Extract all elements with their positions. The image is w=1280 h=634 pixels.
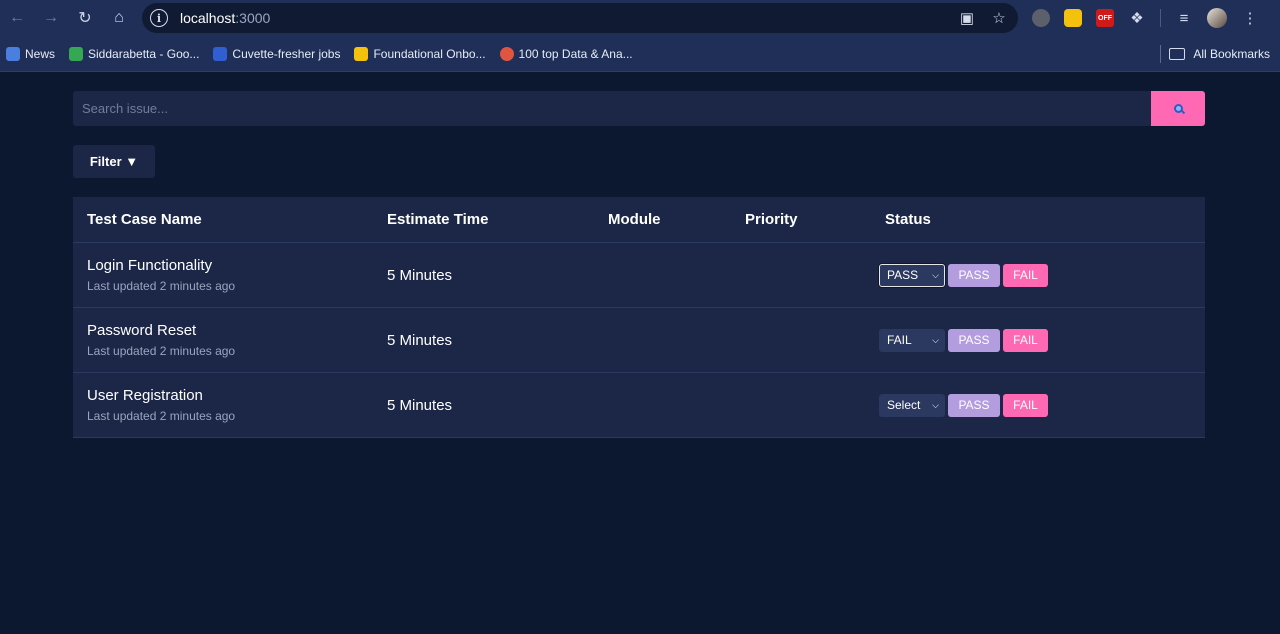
media-queue-icon[interactable]: ≡	[1175, 9, 1193, 27]
toolbar-divider	[1160, 9, 1161, 27]
bookmark-label: Siddarabetta - Goo...	[88, 46, 200, 61]
extensions-puzzle-icon[interactable]: ❖	[1128, 9, 1146, 27]
status-select[interactable]: PASS ⌵	[879, 263, 945, 287]
test-case-name: Password Reset	[87, 322, 197, 339]
site-info-icon[interactable]: i	[150, 9, 168, 27]
search-bar	[73, 91, 1205, 126]
bookmarks-bar: News Siddarabetta - Goo... Cuvette-fresh…	[0, 36, 1280, 72]
fail-button[interactable]: FAIL	[1003, 263, 1048, 287]
test-case-name: User Registration	[87, 387, 203, 404]
chevron-down-icon: ⌵	[932, 399, 939, 410]
pass-button[interactable]: PASS	[948, 263, 1000, 287]
url-port: :3000	[235, 10, 271, 26]
back-arrow-icon[interactable]: ←	[0, 0, 34, 36]
status-cell: Select ⌵ PASS FAIL	[869, 393, 1205, 417]
bookmark-siddarabetta[interactable]: Siddarabetta - Goo...	[69, 46, 200, 61]
bookmark-label: News	[25, 46, 56, 61]
extension-off-icon[interactable]: OFF	[1096, 9, 1114, 27]
bookmark-label: Cuvette-fresher jobs	[232, 46, 341, 61]
filter-button[interactable]: Filter ▼	[73, 145, 155, 178]
reload-icon[interactable]: ↻	[68, 0, 102, 36]
bookmark-label: 100 top Data & Ana...	[518, 46, 633, 61]
status-select-value: FAIL	[887, 333, 912, 347]
bookmark-star-icon[interactable]: ☆	[990, 9, 1008, 27]
status-select[interactable]: FAIL ⌵	[879, 328, 945, 352]
header-module: Module	[608, 211, 661, 228]
drive-icon	[69, 46, 84, 61]
table-header: Test Case Name Estimate Time Module Prio…	[73, 197, 1205, 243]
bookmark-cuvette[interactable]: Cuvette-fresher jobs	[213, 46, 341, 61]
bookmark-label: Foundational Onbo...	[373, 46, 486, 61]
pass-button[interactable]: PASS	[948, 328, 1000, 352]
chevron-down-icon: ⌵	[932, 334, 939, 345]
estimate-time: 5 Minutes	[387, 396, 453, 414]
status-select-value: PASS	[887, 268, 919, 282]
app-main: Filter ▼ Test Case Name Estimate Time Mo…	[73, 91, 1205, 438]
extension-yellow-icon[interactable]	[1064, 9, 1082, 27]
header-status: Status	[885, 211, 931, 228]
address-url[interactable]: localhost:3000	[180, 10, 270, 26]
search-button[interactable]	[1151, 91, 1205, 126]
all-bookmarks[interactable]: All Bookmarks	[1169, 36, 1270, 72]
all-bookmarks-label: All Bookmarks	[1193, 47, 1270, 61]
search-icon	[1173, 104, 1183, 113]
bookmark-foundational[interactable]: Foundational Onbo...	[354, 46, 486, 61]
folder-icon	[1169, 48, 1186, 60]
table-row: User Registration Last updated 2 minutes…	[73, 373, 1205, 438]
last-updated: Last updated 2 minutes ago	[87, 344, 236, 358]
extension-grey-icon[interactable]	[1032, 9, 1050, 27]
last-updated: Last updated 2 minutes ago	[87, 279, 236, 293]
home-icon[interactable]: ⌂	[102, 0, 136, 36]
estimate-time: 5 Minutes	[387, 266, 453, 284]
last-updated: Last updated 2 minutes ago	[87, 409, 236, 423]
test-case-name: Login Functionality	[87, 257, 213, 274]
cuvette-icon	[213, 46, 228, 61]
pass-button[interactable]: PASS	[948, 393, 1000, 417]
status-cell: PASS ⌵ PASS FAIL	[869, 263, 1205, 287]
chevron-down-icon: ⌵	[932, 269, 939, 280]
bookmarks-divider	[1160, 45, 1161, 63]
data-site-icon	[499, 46, 514, 61]
profile-avatar[interactable]	[1207, 8, 1227, 28]
table-row: Password Reset Last updated 2 minutes ag…	[73, 308, 1205, 373]
forward-arrow-icon[interactable]: →	[34, 0, 68, 36]
menu-kebab-icon[interactable]: ⋮	[1241, 9, 1259, 27]
status-select[interactable]: Select ⌵	[879, 393, 945, 417]
test-case-cell: User Registration Last updated 2 minutes…	[73, 387, 373, 423]
fail-button[interactable]: FAIL	[1003, 328, 1048, 352]
bookmark-100-top-data[interactable]: 100 top Data & Ana...	[499, 46, 633, 61]
test-case-cell: Password Reset Last updated 2 minutes ag…	[73, 322, 373, 358]
news-icon	[6, 46, 20, 61]
estimate-time: 5 Minutes	[387, 331, 453, 349]
search-input[interactable]	[73, 91, 1151, 126]
table-row: Login Functionality Last updated 2 minut…	[73, 243, 1205, 308]
test-case-table: Test Case Name Estimate Time Module Prio…	[73, 197, 1205, 438]
header-test-case-name: Test Case Name	[87, 211, 202, 228]
fail-button[interactable]: FAIL	[1003, 393, 1048, 417]
url-host: localhost	[180, 10, 236, 26]
status-select-value: Select	[887, 398, 921, 412]
header-estimate-time: Estimate Time	[387, 211, 489, 228]
header-priority: Priority	[745, 211, 798, 228]
status-cell: FAIL ⌵ PASS FAIL	[869, 328, 1205, 352]
bookmark-news[interactable]: News	[6, 46, 56, 61]
test-case-cell: Login Functionality Last updated 2 minut…	[73, 257, 373, 293]
browser-toolbar: ← → ↻ ⌂ i localhost:3000 ▣ ☆ OFF ❖ ≡ ⋮	[0, 0, 1280, 36]
install-app-icon[interactable]: ▣	[958, 9, 976, 27]
address-bar[interactable]: i localhost:3000 ▣ ☆	[142, 3, 1018, 33]
slides-icon	[354, 46, 369, 61]
